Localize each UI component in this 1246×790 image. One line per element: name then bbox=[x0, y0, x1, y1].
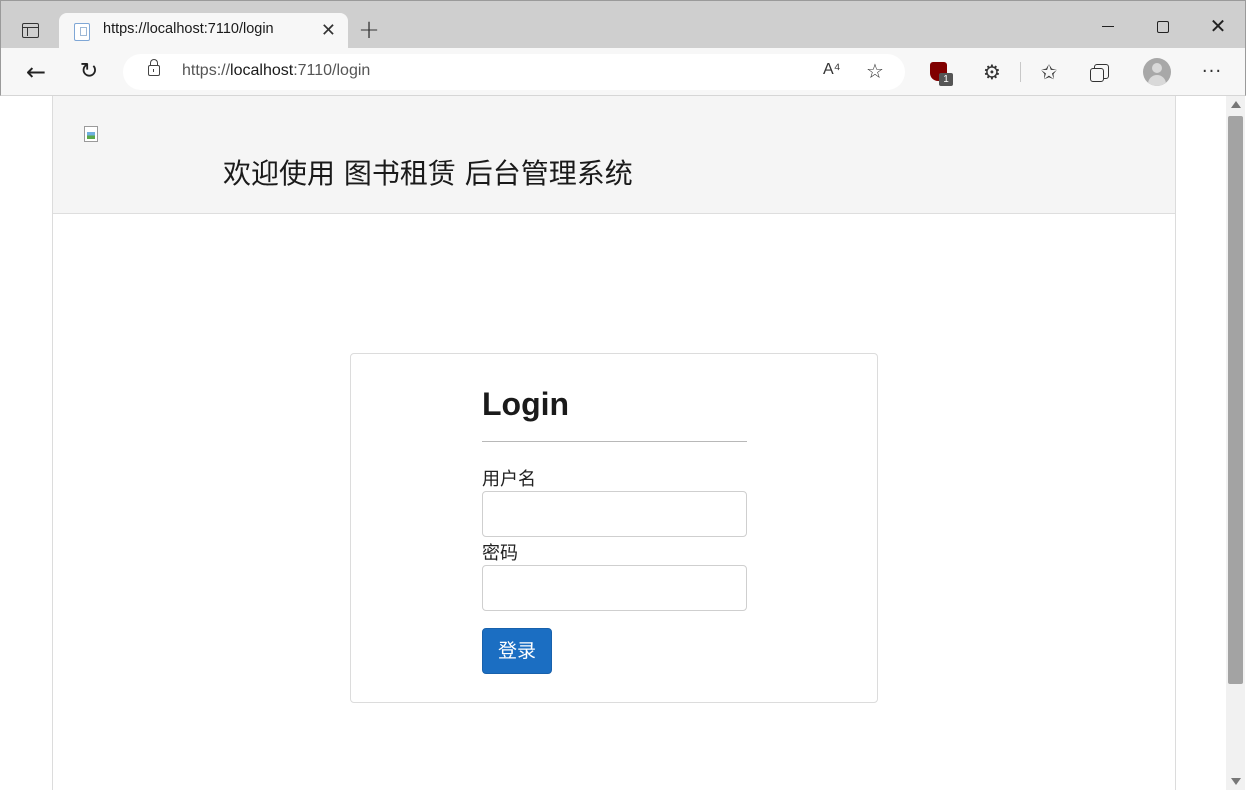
ublock-badge: 1 bbox=[939, 73, 953, 86]
url-scheme: https:// bbox=[182, 62, 231, 79]
maximize-button[interactable] bbox=[1143, 11, 1183, 41]
new-tab-button[interactable]: + bbox=[354, 15, 384, 45]
tab-close-icon[interactable]: ✕ bbox=[321, 21, 336, 41]
scroll-thumb[interactable] bbox=[1228, 116, 1243, 684]
collections-glyph bbox=[1090, 64, 1109, 82]
ublock-extension-button[interactable]: 1 bbox=[925, 58, 953, 86]
browser-toolbar: ← ↻ https://localhost:7110/login A⁴ ☆ 1 … bbox=[0, 48, 1246, 96]
close-window-button[interactable]: ✕ bbox=[1198, 11, 1238, 41]
maximize-icon bbox=[1157, 20, 1169, 33]
more-menu-icon[interactable]: ··· bbox=[1198, 58, 1226, 86]
favorites-icon[interactable]: ✩ bbox=[1035, 58, 1063, 86]
logo-picture bbox=[87, 132, 95, 139]
broken-logo-image-icon bbox=[84, 126, 104, 144]
minimize-icon bbox=[1102, 26, 1114, 27]
sidebar-icon bbox=[22, 23, 39, 38]
minimize-button[interactable] bbox=[1088, 11, 1128, 41]
url-text[interactable]: https://localhost:7110/login bbox=[182, 62, 370, 80]
login-title: Login bbox=[482, 386, 570, 422]
scroll-down-icon[interactable] bbox=[1231, 778, 1241, 785]
extensions-icon[interactable]: ⚙ bbox=[978, 58, 1006, 86]
login-card: Login 用户名 密码 登录 bbox=[350, 353, 878, 703]
read-aloud-icon[interactable]: A⁴ bbox=[823, 61, 841, 79]
page-title: 欢迎使用 图书租赁 后台管理系统 bbox=[223, 157, 633, 190]
username-input[interactable] bbox=[482, 491, 747, 537]
tab-title: https://localhost:7110/login bbox=[103, 21, 274, 37]
collections-icon[interactable] bbox=[1088, 58, 1116, 86]
url-path: :7110/login bbox=[293, 62, 371, 79]
profile-avatar[interactable] bbox=[1143, 58, 1171, 86]
scroll-up-icon[interactable] bbox=[1231, 101, 1241, 108]
browser-title-bar: https://localhost:7110/login ✕ + ✕ bbox=[0, 0, 1246, 50]
page-container: 欢迎使用 图书租赁 后台管理系统 Login 用户名 密码 登录 bbox=[52, 96, 1176, 790]
password-input[interactable] bbox=[482, 565, 747, 611]
lock-icon[interactable] bbox=[148, 59, 160, 76]
login-button[interactable]: 登录 bbox=[482, 628, 552, 674]
login-divider bbox=[482, 441, 747, 442]
page-favicon-icon bbox=[74, 23, 90, 41]
sidebar-toggle-button[interactable] bbox=[15, 16, 47, 46]
reload-button[interactable]: ↻ bbox=[73, 56, 105, 88]
page-viewport: 欢迎使用 图书租赁 后台管理系统 Login 用户名 密码 登录 bbox=[1, 96, 1245, 790]
toolbar-divider bbox=[1020, 62, 1021, 82]
address-bar[interactable]: https://localhost:7110/login A⁴ ☆ bbox=[123, 54, 905, 90]
page-header: 欢迎使用 图书租赁 后台管理系统 bbox=[53, 96, 1175, 214]
browser-tab[interactable]: https://localhost:7110/login ✕ bbox=[59, 13, 348, 50]
password-label: 密码 bbox=[482, 543, 518, 564]
username-label: 用户名 bbox=[482, 469, 536, 490]
back-button[interactable]: ← bbox=[20, 56, 52, 88]
page-scrollbar[interactable] bbox=[1226, 96, 1245, 790]
add-favorite-icon[interactable]: ☆ bbox=[866, 59, 884, 83]
url-host: localhost bbox=[230, 62, 294, 79]
